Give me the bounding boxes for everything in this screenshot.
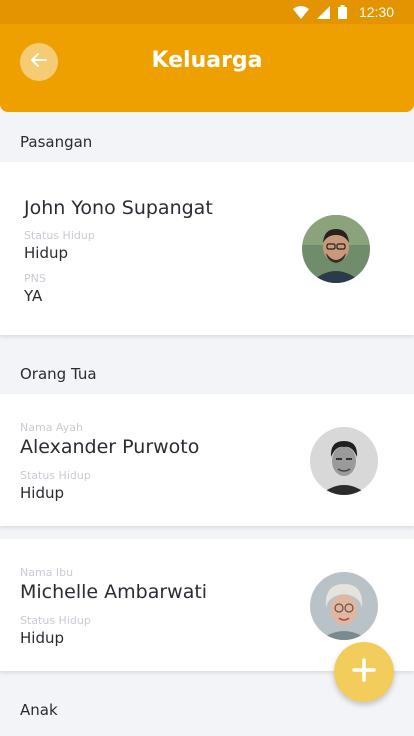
- mother-name: Michelle Ambarwati: [20, 581, 208, 603]
- spouse-card[interactable]: John Yono Supangat Status Hidup Hidup PN…: [0, 162, 414, 335]
- status-bar: 12:30: [0, 0, 414, 24]
- page-title: Keluarga: [151, 48, 263, 73]
- spouse-status-value: Hidup: [24, 244, 68, 262]
- section-label-spouse: Pasangan: [20, 133, 93, 151]
- plus-icon: [351, 657, 377, 687]
- father-status-value: Hidup: [20, 484, 64, 502]
- spouse-status-label: Status Hidup: [24, 229, 95, 242]
- section-label-children: Anak: [20, 701, 58, 719]
- spouse-name: John Yono Supangat: [24, 197, 213, 219]
- cell-signal-icon: [316, 5, 330, 19]
- spouse-pns-label: PNS: [24, 272, 46, 285]
- father-name: Alexander Purwoto: [20, 436, 200, 458]
- section-label-parents: Orang Tua: [20, 365, 97, 383]
- spouse-avatar: [302, 215, 370, 283]
- father-avatar: [310, 427, 378, 495]
- mother-label: Nama Ibu: [20, 566, 74, 579]
- mother-status-label: Status Hidup: [20, 614, 91, 627]
- status-time: 12:30: [358, 4, 394, 20]
- mother-status-value: Hidup: [20, 629, 64, 647]
- battery-icon: [337, 5, 347, 19]
- father-card[interactable]: Nama Ayah Alexander Purwoto Status Hidup…: [0, 394, 414, 526]
- father-label: Nama Ayah: [20, 421, 83, 434]
- app-bar: Keluarga: [0, 24, 414, 112]
- father-status-label: Status Hidup: [20, 469, 91, 482]
- spouse-pns-value: YA: [24, 287, 43, 305]
- mother-avatar: [310, 572, 378, 640]
- wifi-icon: [292, 5, 309, 19]
- add-family-button[interactable]: [334, 642, 394, 702]
